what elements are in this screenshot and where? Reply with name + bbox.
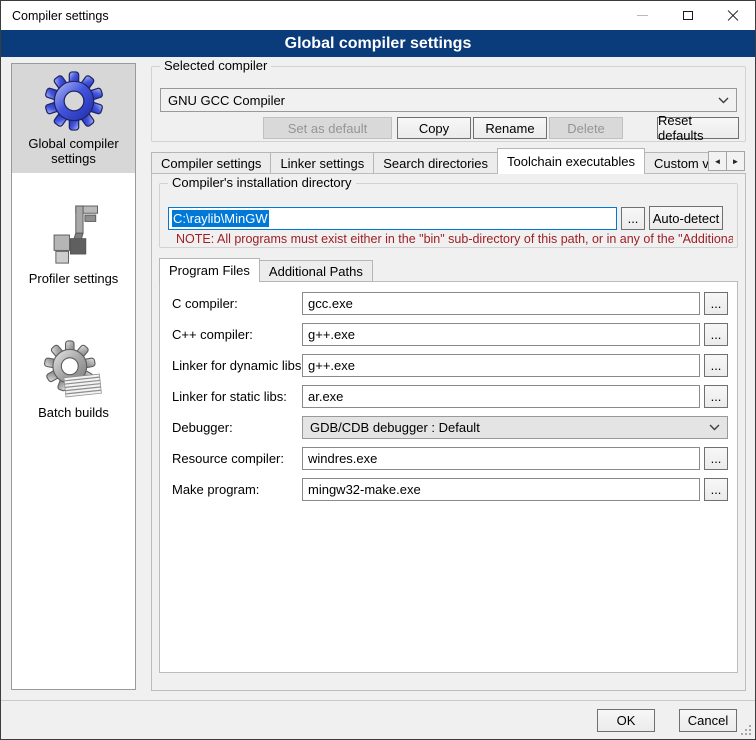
- make-program-browse-button[interactable]: ...: [704, 478, 728, 501]
- sidebar-item-label: Profiler settings: [29, 271, 119, 286]
- static-linker-row: Linker for static libs: ...: [172, 385, 728, 408]
- window-controls: [620, 1, 755, 30]
- tab-toolchain-executables[interactable]: Toolchain executables: [497, 148, 645, 174]
- bin-subdirectory-note: NOTE: All programs must exist either in …: [176, 232, 733, 246]
- sidebar-item-label: Global compiler settings: [28, 136, 118, 166]
- dynamic-linker-input[interactable]: [302, 354, 700, 377]
- resize-grip[interactable]: [740, 724, 752, 736]
- minimize-button[interactable]: [620, 1, 665, 30]
- main-tabbar: Compiler settings Linker settings Search…: [151, 148, 746, 174]
- sidebar-item-batch-builds[interactable]: Batch builds: [12, 333, 135, 427]
- static-linker-browse-button[interactable]: ...: [704, 385, 728, 408]
- footer-divider: [1, 700, 755, 701]
- dynamic-linker-label: Linker for dynamic libs:: [172, 358, 302, 373]
- make-program-label: Make program:: [172, 482, 302, 497]
- sidebar-item-label: Batch builds: [38, 405, 109, 420]
- dynamic-linker-row: Linker for dynamic libs: ...: [172, 354, 728, 377]
- resource-compiler-label: Resource compiler:: [172, 451, 302, 466]
- ok-button[interactable]: OK: [597, 709, 655, 732]
- set-as-default-button: Set as default: [263, 117, 392, 139]
- tab-scroll-right-button[interactable]: ►: [726, 151, 745, 171]
- chevron-down-icon: [718, 97, 729, 104]
- dynamic-linker-browse-button[interactable]: ...: [704, 354, 728, 377]
- minimize-icon: [637, 15, 648, 16]
- maximize-icon: [683, 11, 693, 20]
- cancel-button[interactable]: Cancel: [679, 709, 737, 732]
- cpp-compiler-browse-button[interactable]: ...: [704, 323, 728, 346]
- program-files-tabs: Program Files Additional Paths: [159, 258, 738, 282]
- rename-button[interactable]: Rename: [473, 117, 547, 139]
- make-program-row: Make program: ...: [172, 478, 728, 501]
- settings-category-list: Global compiler settings Profiler settin…: [11, 63, 136, 690]
- caliper-blocks-icon: [45, 204, 103, 266]
- cpp-compiler-label: C++ compiler:: [172, 327, 302, 342]
- selected-compiler-group: Selected compiler GNU GCC Compiler Set a…: [151, 66, 746, 142]
- resource-compiler-browse-button[interactable]: ...: [704, 447, 728, 470]
- c-compiler-browse-button[interactable]: ...: [704, 292, 728, 315]
- tab-compiler-settings[interactable]: Compiler settings: [151, 152, 271, 174]
- static-linker-input[interactable]: [302, 385, 700, 408]
- sidebar-item-profiler-settings[interactable]: Profiler settings: [12, 197, 135, 293]
- static-linker-label: Linker for static libs:: [172, 389, 302, 404]
- titlebar: Compiler settings: [1, 1, 755, 30]
- tab-search-directories[interactable]: Search directories: [373, 152, 498, 174]
- debugger-row: Debugger: GDB/CDB debugger : Default: [172, 416, 728, 439]
- main-tabs: Compiler settings Linker settings Search…: [151, 148, 744, 174]
- installation-directory-group: Compiler's installation directory C:\ray…: [159, 183, 738, 248]
- resource-compiler-row: Resource compiler: ...: [172, 447, 728, 470]
- window-title: Compiler settings: [1, 9, 109, 23]
- chevron-down-icon: [709, 424, 720, 431]
- program-files-panel: C compiler: ... C++ compiler: ... Linker…: [159, 281, 738, 673]
- c-compiler-row: C compiler: ...: [172, 292, 728, 315]
- delete-button: Delete: [549, 117, 623, 139]
- tab-program-files[interactable]: Program Files: [159, 258, 260, 282]
- debugger-select-value: GDB/CDB debugger : Default: [310, 420, 480, 435]
- compiler-select[interactable]: GNU GCC Compiler: [160, 88, 737, 112]
- resource-compiler-input[interactable]: [302, 447, 700, 470]
- cpp-compiler-input[interactable]: [302, 323, 700, 346]
- dialog-header-title: Global compiler settings: [1, 30, 755, 57]
- selected-compiler-legend: Selected compiler: [160, 58, 271, 73]
- copy-button[interactable]: Copy: [397, 117, 471, 139]
- c-compiler-label: C compiler:: [172, 296, 302, 311]
- tab-linker-settings[interactable]: Linker settings: [270, 152, 374, 174]
- program-files-tabbar: Program Files Additional Paths: [159, 258, 738, 282]
- reset-defaults-button[interactable]: Reset defaults: [657, 117, 739, 139]
- gray-gear-stack-icon: [44, 340, 104, 400]
- tab-additional-paths[interactable]: Additional Paths: [259, 260, 373, 282]
- tab-scroll-left-button[interactable]: ◄: [708, 151, 727, 171]
- make-program-input[interactable]: [302, 478, 700, 501]
- sidebar-item-global-compiler-settings[interactable]: Global compiler settings: [12, 64, 135, 173]
- debugger-select[interactable]: GDB/CDB debugger : Default: [302, 416, 728, 439]
- debugger-label: Debugger:: [172, 420, 302, 435]
- compiler-select-value: GNU GCC Compiler: [168, 93, 285, 108]
- cpp-compiler-row: C++ compiler: ...: [172, 323, 728, 346]
- tab-scroll-arrows: ◄ ►: [709, 151, 745, 171]
- maximize-button[interactable]: [665, 1, 710, 30]
- compiler-settings-dialog: Compiler settings Global compiler settin…: [0, 0, 756, 740]
- installation-directory-selected-text: C:\raylib\MinGW: [172, 210, 269, 227]
- blue-gear-icon: [44, 71, 104, 131]
- installation-directory-browse-button[interactable]: ...: [621, 207, 645, 230]
- auto-detect-button[interactable]: Auto-detect: [649, 206, 723, 230]
- close-icon: [727, 10, 739, 22]
- installation-directory-legend: Compiler's installation directory: [168, 175, 356, 190]
- installation-directory-input[interactable]: C:\raylib\MinGW: [168, 207, 617, 230]
- close-button[interactable]: [710, 1, 755, 30]
- c-compiler-input[interactable]: [302, 292, 700, 315]
